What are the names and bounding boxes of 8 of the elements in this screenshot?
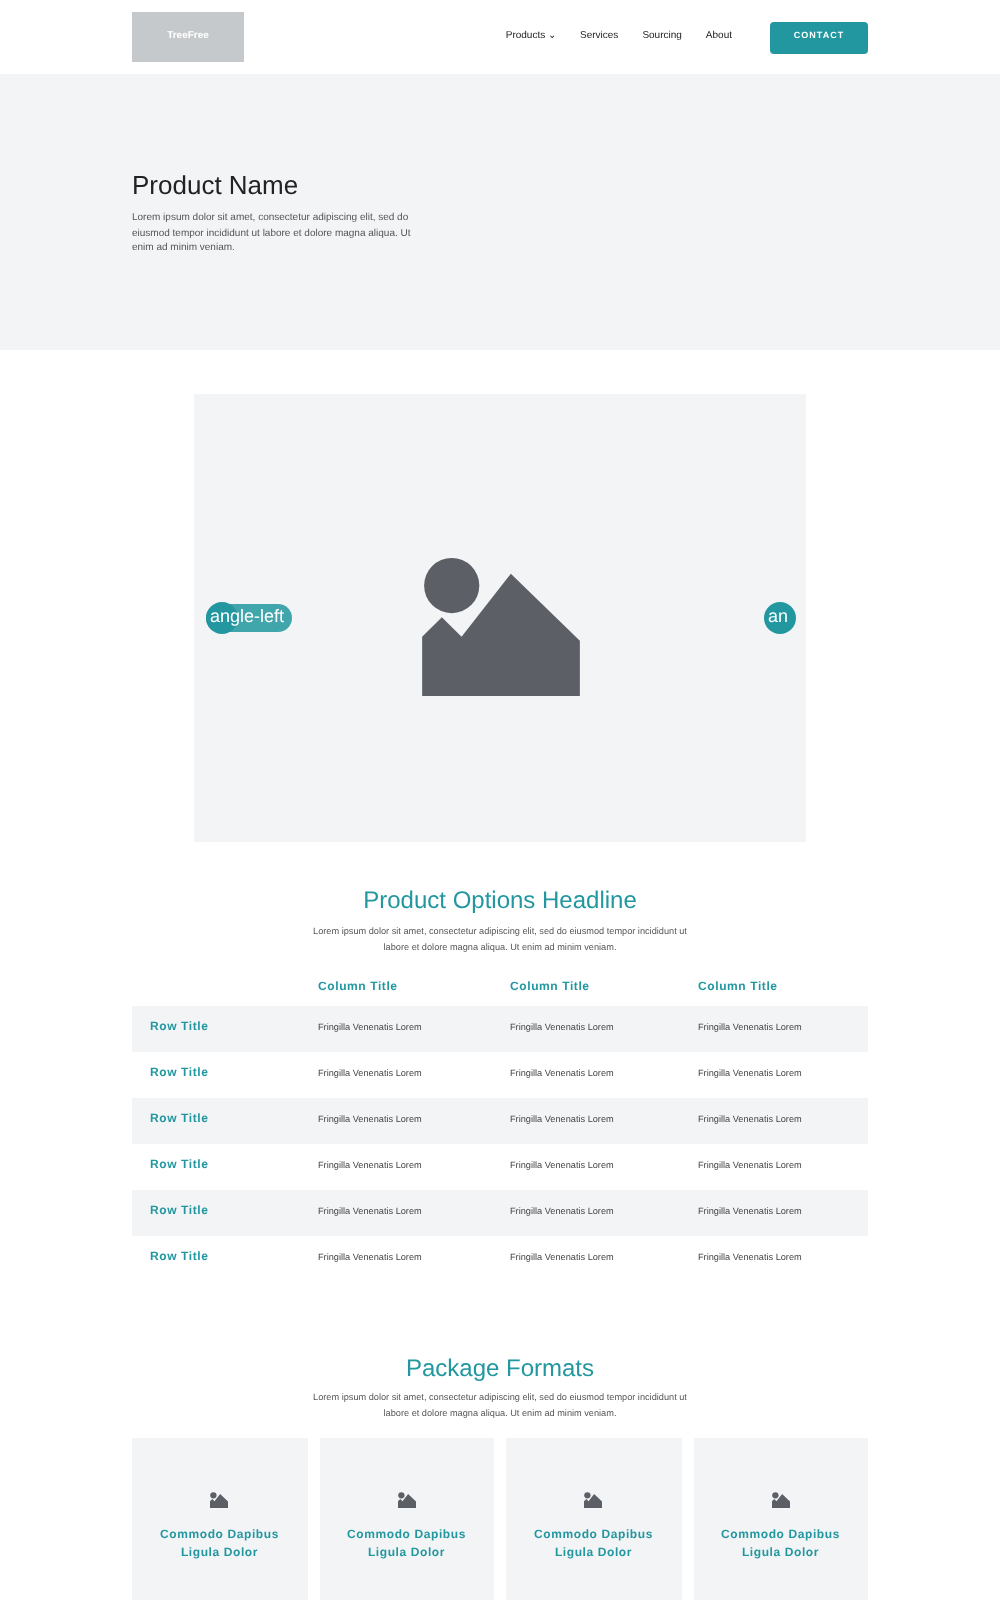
hero-title: Product Name — [132, 170, 301, 202]
image-placeholder-icon — [421, 557, 579, 695]
section-title: Package Formats — [403, 1354, 597, 1384]
image-icon — [584, 1492, 603, 1508]
image-icon — [397, 1492, 416, 1508]
image-icon — [210, 1492, 229, 1508]
image-icon — [771, 1492, 790, 1508]
section-title: Product Options Headline — [361, 886, 639, 916]
